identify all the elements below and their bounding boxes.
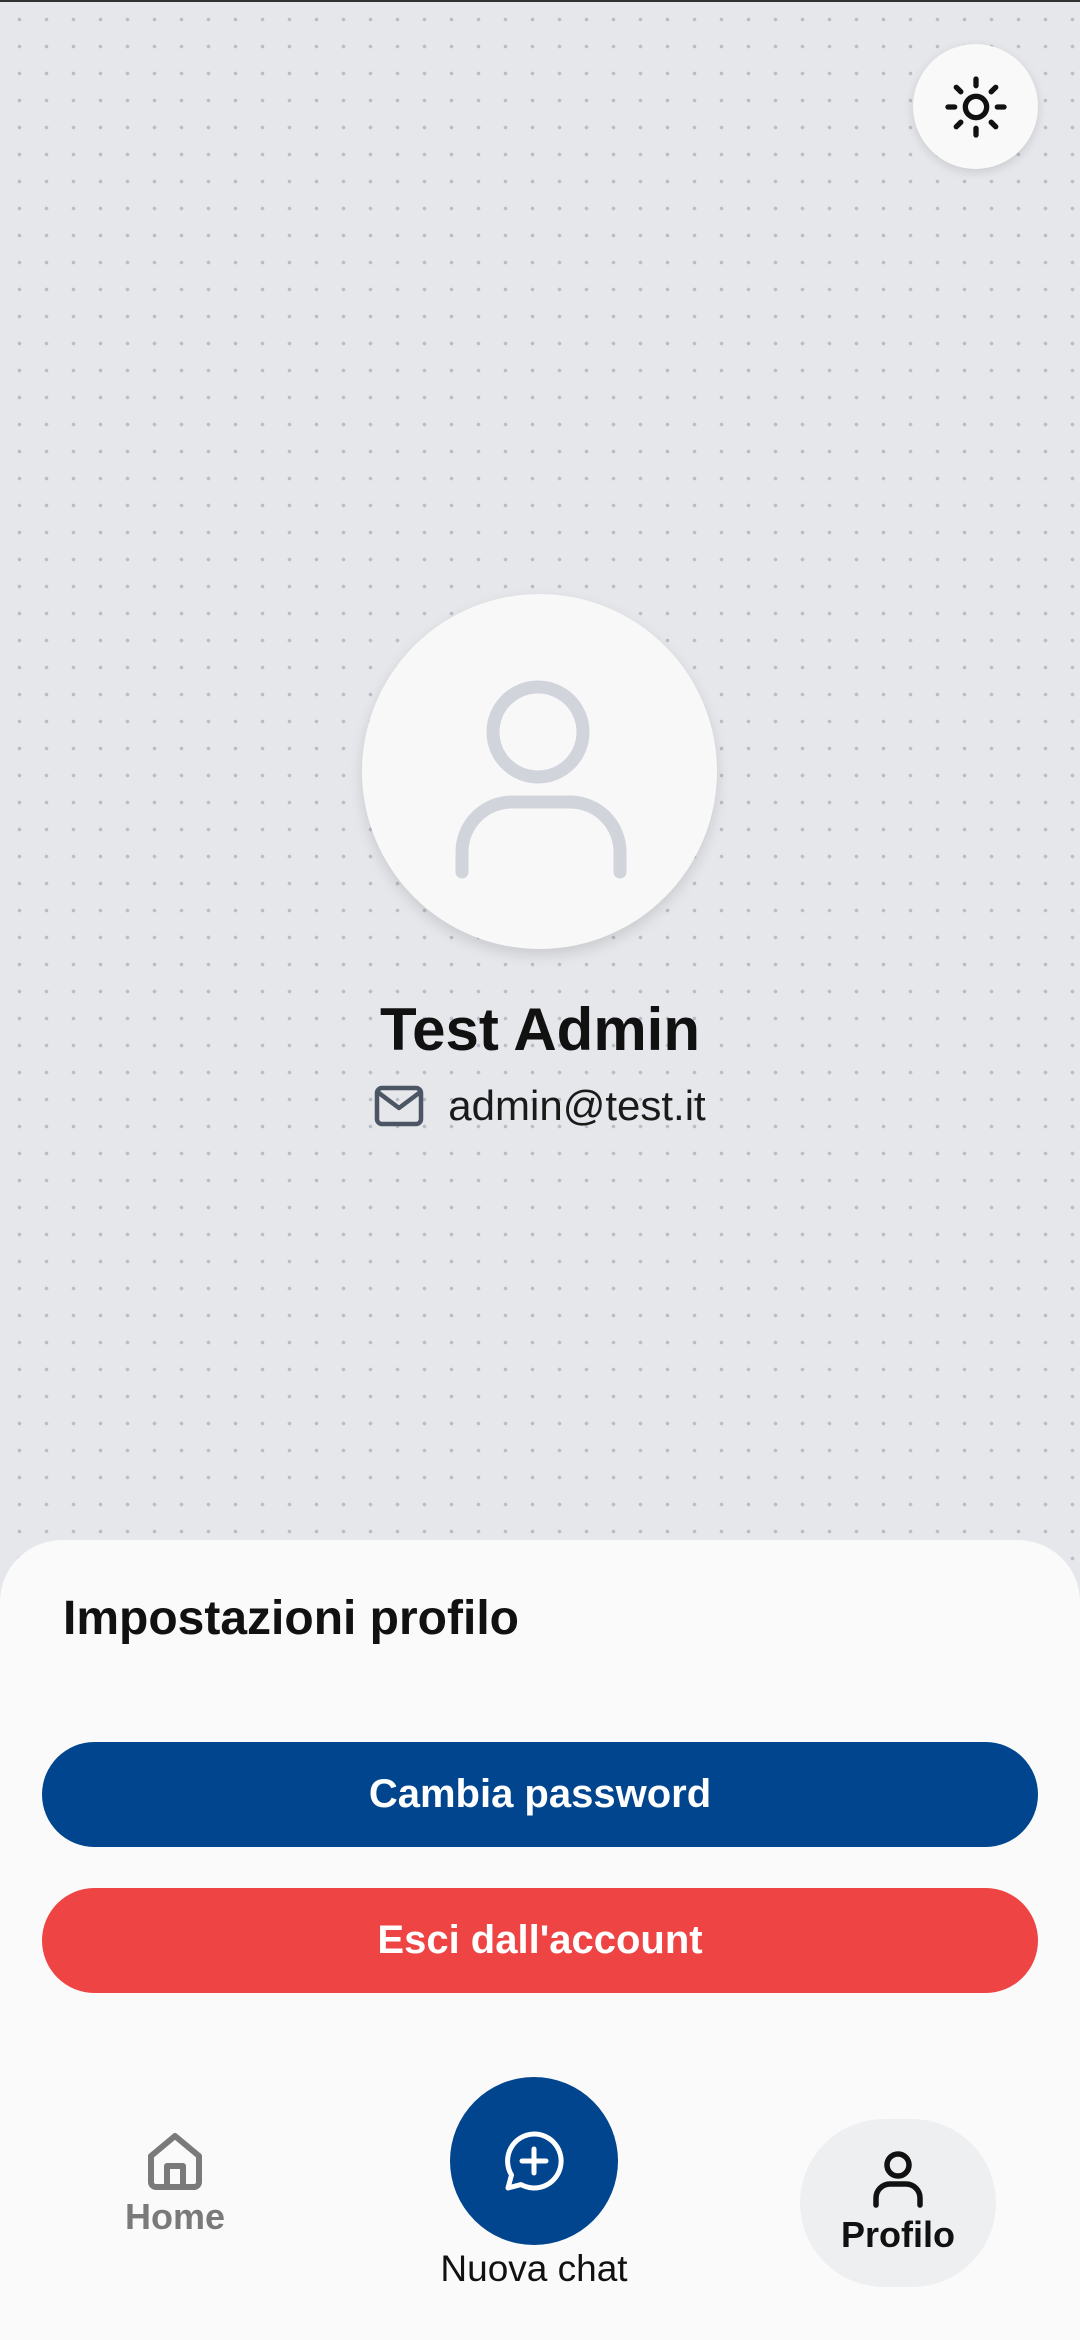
user-icon: [873, 2151, 923, 2208]
nav-profile-label: Profilo: [841, 2214, 955, 2255]
user-email: admin@test.it: [448, 1082, 706, 1129]
user-name: Test Admin: [379, 996, 700, 1063]
theme-toggle-button[interactable]: [913, 44, 1038, 169]
avatar: [362, 594, 717, 949]
user-placeholder-icon: [455, 680, 626, 878]
new-chat-label: Nuova chat: [440, 2248, 628, 2289]
nav-profile[interactable]: Profilo: [800, 2119, 996, 2287]
logout-button[interactable]: Esci dall'account: [42, 1888, 1038, 1993]
mail-icon: [375, 1085, 424, 1127]
nav-home-label: Home: [124, 2196, 226, 2237]
change-password-button[interactable]: Cambia password: [42, 1742, 1038, 1847]
new-chat-button[interactable]: [450, 2077, 618, 2245]
settings-title: Impostazioni profilo: [63, 1592, 519, 1645]
sun-icon: [944, 75, 1007, 138]
chat-plus-icon: [505, 2131, 564, 2191]
top-status-line: [0, 0, 1080, 2]
nav-home[interactable]: Home: [95, 2130, 255, 2270]
home-icon: [148, 2133, 202, 2190]
user-email-row: admin@test.it: [0, 1078, 1080, 1134]
